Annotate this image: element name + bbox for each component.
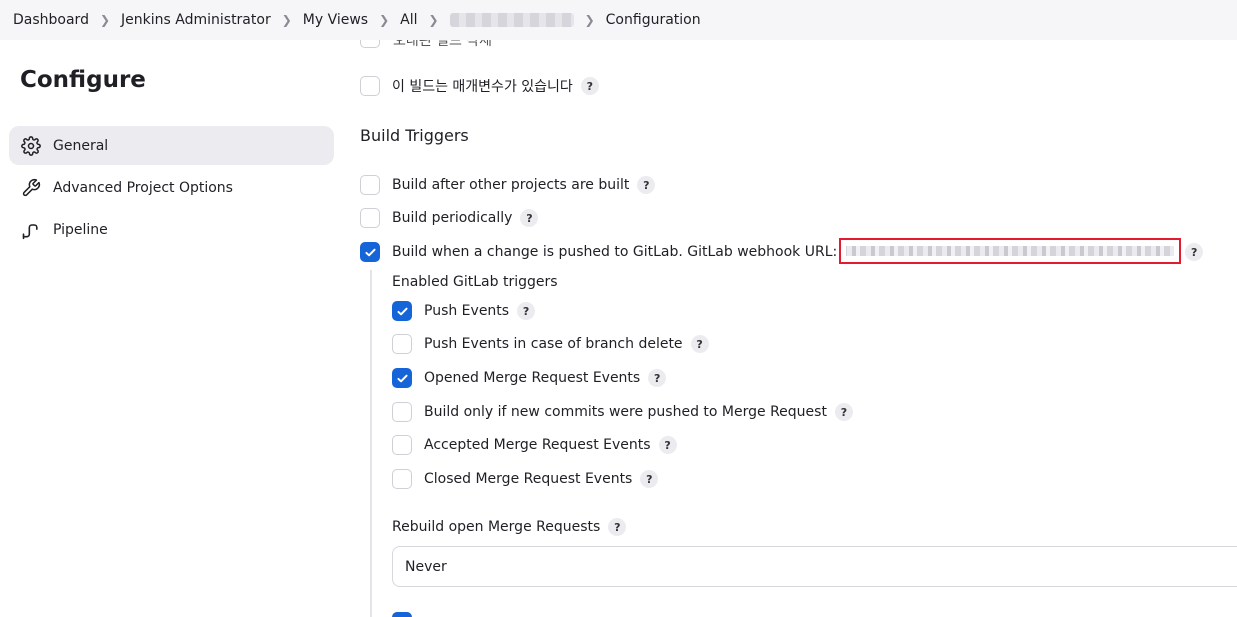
chevron-right-icon: ❯ [281,13,292,27]
breadcrumb-my-views[interactable]: My Views [303,12,368,28]
breadcrumb-all[interactable]: All [400,12,417,28]
gear-icon [21,135,41,156]
new-commits-merge-request-checkbox[interactable] [392,402,412,422]
chevron-right-icon: ❯ [584,13,595,27]
help-icon[interactable]: ? [690,335,709,353]
parameterized-label: 이 빌드는 매개변수가 있습니다 [392,79,573,95]
nested-section-divider [370,270,372,617]
chevron-right-icon: ❯ [379,13,390,27]
breadcrumb-configuration: Configuration [605,12,701,28]
check-icon [396,307,408,315]
gitlab-trigger-row: Push Events ? [392,300,536,322]
breadcrumb-dashboard[interactable]: Dashboard [13,12,89,28]
gitlab-trigger-label: Build only if new commits were pushed to… [424,404,827,420]
opened-merge-request-events-checkbox[interactable] [392,368,412,388]
help-icon[interactable]: ? [580,77,599,95]
enabled-gitlab-triggers-label: Enabled GitLab triggers [392,274,558,290]
build-periodically-checkbox[interactable] [360,208,380,228]
breadcrumb: Dashboard ❯ Jenkins Administrator ❯ My V… [0,0,1237,40]
trigger-row: Build after other projects are built ? [360,174,656,196]
trigger-row: Build periodically ? [360,207,539,229]
help-icon[interactable]: ? [637,176,656,194]
gitlab-trigger-label: Push Events in case of branch delete [424,336,683,352]
wrench-icon [22,178,41,196]
rebuild-open-mr-label: Rebuild open Merge Requests [392,519,601,535]
rebuild-open-mr-value: Never [405,558,447,575]
gitlab-trigger-row: Closed Merge Request Events ? [392,468,659,490]
help-icon[interactable]: ? [640,470,659,488]
sidebar-item-general[interactable]: General [9,126,334,165]
breadcrumb-jenkins-administrator[interactable]: Jenkins Administrator [121,12,271,28]
help-icon[interactable]: ? [1185,243,1204,261]
sidebar-item-advanced-project-options[interactable]: Advanced Project Options [9,168,334,207]
gitlab-trigger-row: Opened Merge Request Events ? [392,367,667,389]
chevron-right-icon: ❯ [428,13,439,27]
trigger-label: Build after other projects are built [392,177,630,193]
gitlab-trigger-label: Accepted Merge Request Events [424,437,651,453]
gitlab-trigger-label: Opened Merge Request Events [424,370,641,386]
sidebar-item-label: Pipeline [53,221,108,238]
check-icon [396,374,408,382]
accepted-merge-request-events-checkbox[interactable] [392,435,412,455]
help-icon[interactable]: ? [520,209,539,227]
push-events-branch-delete-checkbox[interactable] [392,334,412,354]
gitlab-trigger-row: Push Events in case of branch delete ? [392,333,709,355]
gitlab-trigger-label: Push Events [424,303,510,319]
help-icon[interactable]: ? [608,518,627,536]
build-triggers-heading: Build Triggers [360,126,469,145]
sidebar-item-pipeline[interactable]: Pipeline [9,210,334,249]
push-events-checkbox[interactable] [392,301,412,321]
check-icon [364,248,376,256]
trigger-label: Build periodically [392,210,513,226]
parameterized-checkbox[interactable] [360,76,380,96]
trigger-label: Build when a change is pushed to GitLab.… [392,244,838,260]
build-after-other-projects-checkbox[interactable] [360,175,380,195]
rebuild-open-mr-select[interactable]: Never [392,546,1237,587]
closed-merge-request-events-checkbox[interactable] [392,469,412,489]
webhook-url-redacted [839,238,1182,264]
sidebar-item-label: Advanced Project Options [53,179,233,196]
next-option-checkbox[interactable] [392,612,412,617]
parameterized-row: 이 빌드는 매개변수가 있습니다 ? [360,75,599,97]
gitlab-push-trigger-checkbox[interactable] [360,242,380,262]
breadcrumb-project-redacted[interactable] [449,13,574,27]
page-title: Configure [20,67,146,93]
gitlab-trigger-label: Closed Merge Request Events [424,471,633,487]
help-icon[interactable]: ? [834,403,853,421]
help-icon[interactable]: ? [658,436,677,454]
chevron-right-icon: ❯ [99,13,111,27]
sidebar-item-label: General [53,137,109,154]
gitlab-trigger-row: Build only if new commits were pushed to… [392,401,853,423]
trigger-row: Build when a change is pushed to GitLab.… [360,238,1204,264]
help-icon[interactable]: ? [517,302,536,320]
pipeline-icon [22,223,38,239]
help-icon[interactable]: ? [648,369,667,387]
gitlab-trigger-row: Accepted Merge Request Events ? [392,434,677,456]
rebuild-open-mr-row: Rebuild open Merge Requests ? [392,516,627,538]
